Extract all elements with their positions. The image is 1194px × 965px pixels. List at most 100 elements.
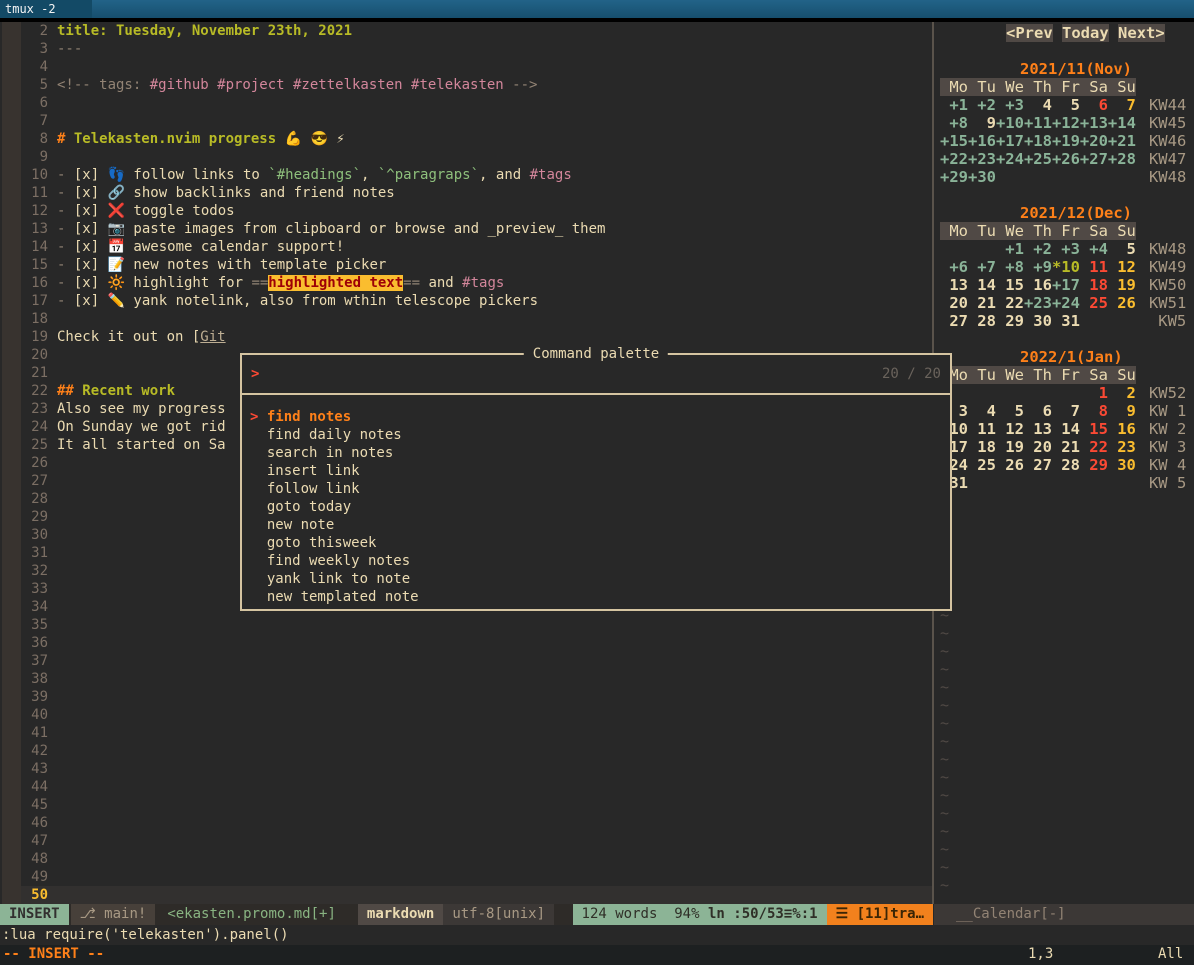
calendar-day[interactable]: +16 — [968, 132, 996, 150]
palette-item[interactable]: search in notes — [242, 444, 950, 462]
calendar-day[interactable]: +17 — [1052, 276, 1080, 294]
calendar-day[interactable]: +23 — [968, 150, 996, 168]
calendar-day[interactable]: +19 — [1052, 132, 1080, 150]
palette-item[interactable]: new templated note — [242, 588, 950, 606]
calendar-day[interactable]: +29 — [940, 168, 968, 186]
calendar-day[interactable]: +27 — [1080, 150, 1108, 168]
palette-item[interactable]: yank link to note — [242, 570, 950, 588]
calendar-day[interactable]: +22 — [940, 150, 968, 168]
calendar-day[interactable]: 12 — [996, 420, 1024, 438]
calendar-day[interactable]: +2 — [968, 96, 996, 114]
calendar-day[interactable]: 9 — [1108, 402, 1136, 420]
calendar-day[interactable]: 28 — [968, 312, 996, 330]
calendar-day[interactable]: +30 — [968, 168, 996, 186]
calendar-day[interactable]: 16 — [1024, 276, 1052, 294]
calendar-day[interactable]: 18 — [1080, 276, 1108, 294]
calendar-day[interactable]: 16 — [1108, 420, 1136, 438]
calendar-day[interactable]: +7 — [968, 258, 996, 276]
calendar-day[interactable]: *10 — [1052, 258, 1080, 276]
palette-item[interactable]: insert link — [242, 462, 950, 480]
calendar-day[interactable]: +1 — [940, 96, 968, 114]
calendar-day[interactable]: 13 — [1024, 420, 1052, 438]
calendar-day[interactable]: +11 — [1024, 114, 1052, 132]
calendar-day[interactable]: +21 — [1108, 132, 1136, 150]
calendar-day[interactable]: +2 — [1024, 240, 1052, 258]
calendar-day[interactable]: 15 — [1080, 420, 1108, 438]
calendar-day[interactable]: 5 — [996, 402, 1024, 420]
calendar-day[interactable]: +9 — [1024, 258, 1052, 276]
palette-item[interactable]: find weekly notes — [242, 552, 950, 570]
calendar-day[interactable]: +23 — [1024, 294, 1052, 312]
calendar-day[interactable]: 22 — [1080, 438, 1108, 456]
calendar-day[interactable]: 23 — [1108, 438, 1136, 456]
calendar-day[interactable]: 7 — [1108, 96, 1136, 114]
calendar-day[interactable]: 30 — [1108, 456, 1136, 474]
calendar-day[interactable]: 7 — [1052, 402, 1080, 420]
calendar-day[interactable]: 4 — [968, 402, 996, 420]
palette-item[interactable]: new note — [242, 516, 950, 534]
calendar-day[interactable]: 30 — [1024, 312, 1052, 330]
calendar-day[interactable]: 20 — [940, 294, 968, 312]
calendar-day[interactable]: +3 — [1052, 240, 1080, 258]
palette-item[interactable]: goto today — [242, 498, 950, 516]
calendar-day[interactable]: +12 — [1052, 114, 1080, 132]
calendar-day[interactable]: 11 — [1080, 258, 1108, 276]
calendar-day[interactable]: +8 — [940, 114, 968, 132]
calendar-day[interactable]: 15 — [996, 276, 1024, 294]
calendar-day[interactable]: 19 — [996, 438, 1024, 456]
palette-item[interactable]: goto thisweek — [242, 534, 950, 552]
calendar-day[interactable]: +18 — [1024, 132, 1052, 150]
calendar-day[interactable]: +20 — [1080, 132, 1108, 150]
calendar-day[interactable]: 19 — [1108, 276, 1136, 294]
calendar-day[interactable]: 6 — [1080, 96, 1108, 114]
calendar-day[interactable]: 25 — [968, 456, 996, 474]
calendar-day[interactable]: +1 — [996, 240, 1024, 258]
calendar-day[interactable]: 2 — [1108, 384, 1136, 402]
calendar-day[interactable]: 13 — [940, 276, 968, 294]
calendar-day[interactable]: 21 — [968, 294, 996, 312]
calendar-day[interactable]: +24 — [996, 150, 1024, 168]
calendar-day[interactable]: 4 — [1024, 96, 1052, 114]
calendar-day[interactable]: 22 — [996, 294, 1024, 312]
calendar-day[interactable]: 8 — [1080, 402, 1108, 420]
calendar-day[interactable]: +25 — [1024, 150, 1052, 168]
calendar-day[interactable]: 20 — [1024, 438, 1052, 456]
calendar-prev-button[interactable]: <Prev — [1006, 24, 1053, 42]
calendar-day[interactable]: +13 — [1080, 114, 1108, 132]
calendar-day[interactable]: +6 — [940, 258, 968, 276]
calendar-day[interactable]: 11 — [968, 420, 996, 438]
calendar-day[interactable]: 26 — [996, 456, 1024, 474]
palette-item[interactable]: > find notes — [242, 408, 950, 426]
calendar-today-button[interactable]: Today — [1062, 24, 1109, 42]
palette-item[interactable]: find daily notes — [242, 426, 950, 444]
calendar-day[interactable]: 12 — [1108, 258, 1136, 276]
calendar-day[interactable]: 14 — [1052, 420, 1080, 438]
calendar-day[interactable]: 29 — [996, 312, 1024, 330]
calendar-next-button[interactable]: Next> — [1118, 24, 1165, 42]
calendar-day[interactable]: 28 — [1052, 456, 1080, 474]
command-line[interactable]: :lua require('telekasten').panel() — [0, 925, 1194, 945]
calendar-day[interactable]: 18 — [968, 438, 996, 456]
calendar-day[interactable]: 1 — [1080, 384, 1108, 402]
calendar-day[interactable]: +14 — [1108, 114, 1136, 132]
calendar-day[interactable]: +17 — [996, 132, 1024, 150]
palette-item[interactable]: follow link — [242, 480, 950, 498]
calendar-day[interactable]: 25 — [1080, 294, 1108, 312]
calendar-day[interactable]: 9 — [968, 114, 996, 132]
calendar-day[interactable]: +24 — [1052, 294, 1080, 312]
calendar-day[interactable]: 27 — [1024, 456, 1052, 474]
calendar-day[interactable]: 14 — [968, 276, 996, 294]
calendar-day[interactable]: +28 — [1108, 150, 1136, 168]
calendar-day[interactable]: 5 — [1052, 96, 1080, 114]
calendar-day[interactable]: 5 — [1108, 240, 1136, 258]
calendar-day[interactable]: 27 — [940, 312, 968, 330]
calendar-day[interactable]: +26 — [1052, 150, 1080, 168]
calendar-day[interactable]: +8 — [996, 258, 1024, 276]
calendar-day[interactable]: +10 — [996, 114, 1024, 132]
calendar-day[interactable]: 29 — [1080, 456, 1108, 474]
calendar-day[interactable]: 21 — [1052, 438, 1080, 456]
calendar-day[interactable]: 6 — [1024, 402, 1052, 420]
calendar-day[interactable]: +15 — [940, 132, 968, 150]
calendar-day[interactable]: +3 — [996, 96, 1024, 114]
calendar-day[interactable]: 26 — [1108, 294, 1136, 312]
